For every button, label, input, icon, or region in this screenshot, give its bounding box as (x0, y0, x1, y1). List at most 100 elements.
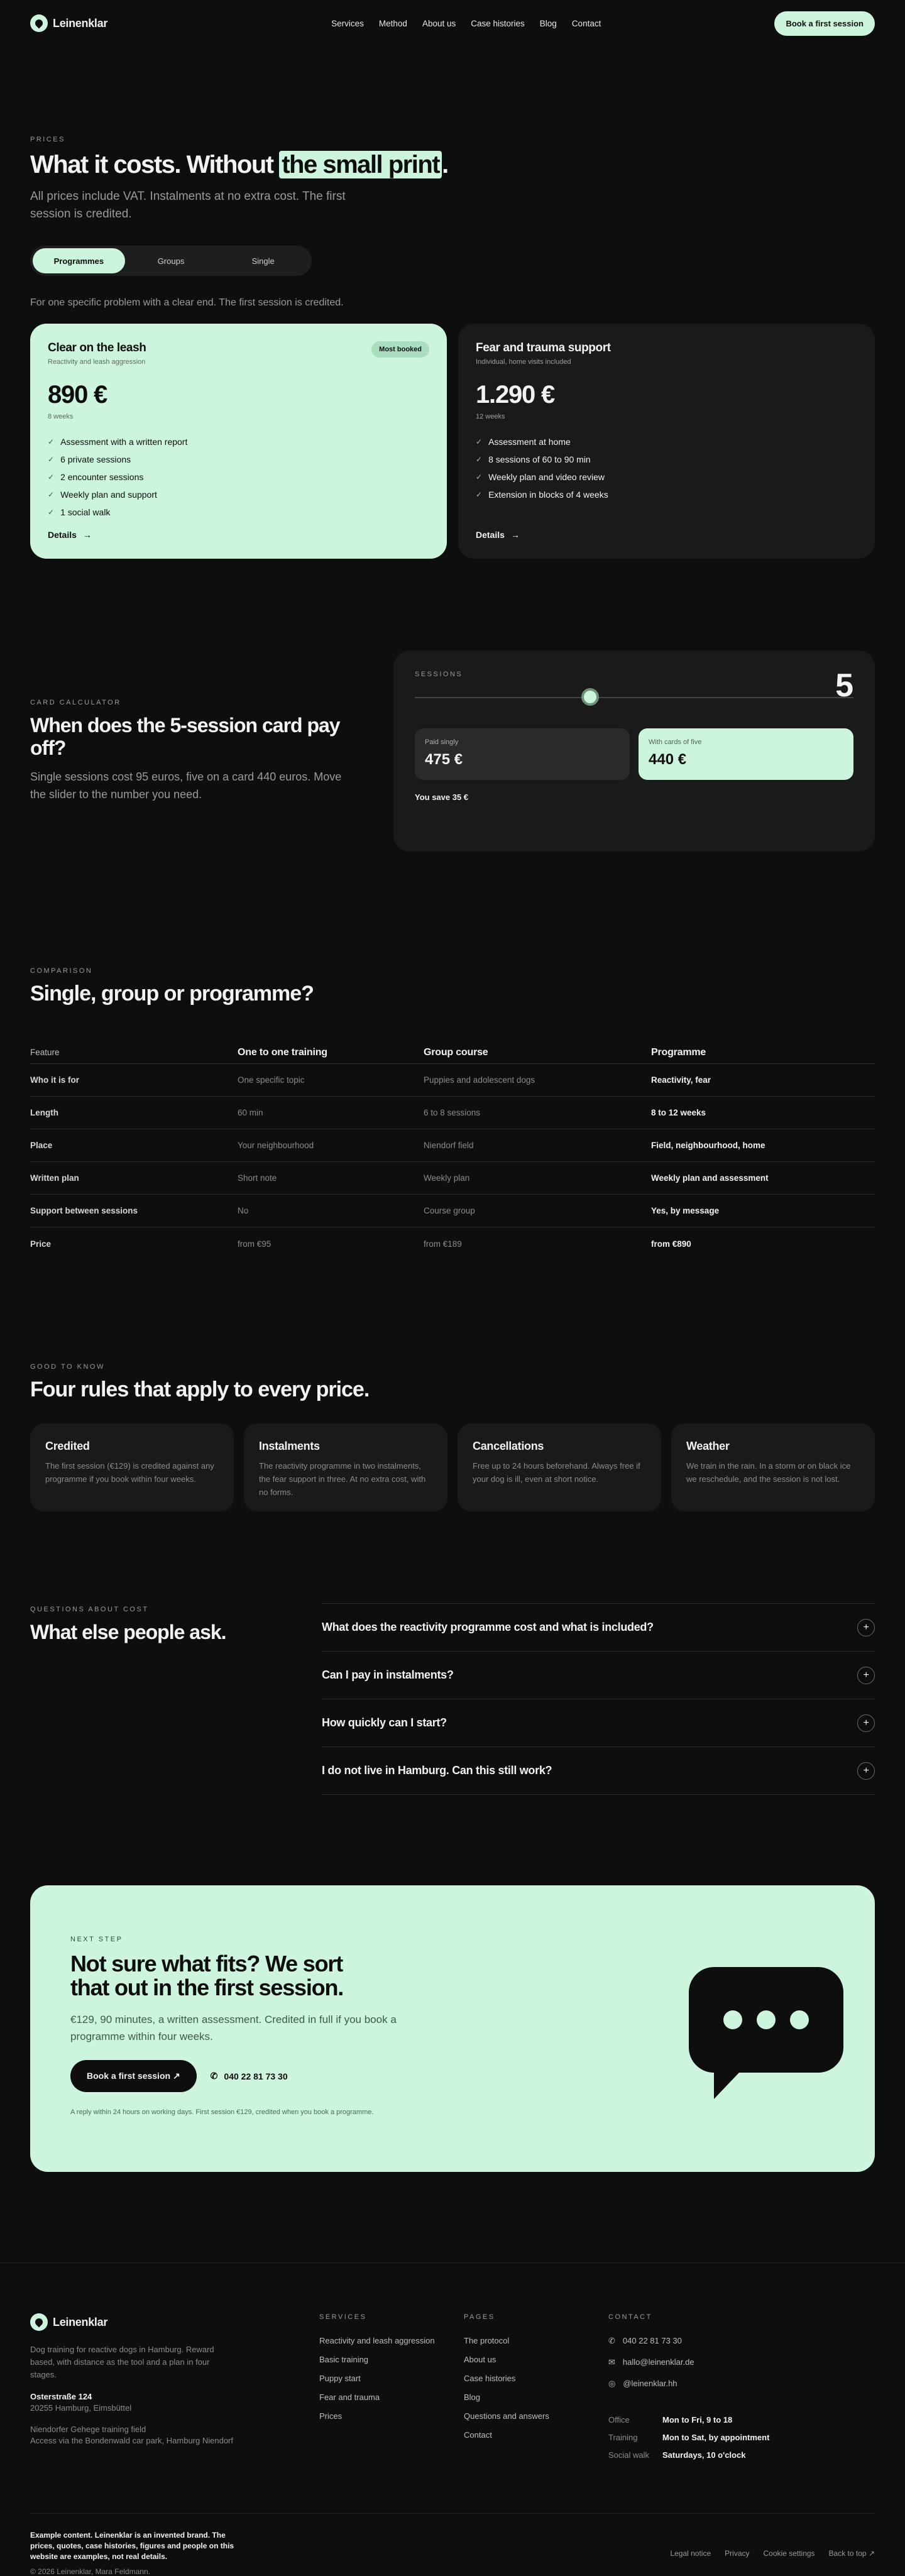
faq-section: QUESTIONS ABOUT COST What else people as… (30, 1603, 875, 1795)
plus-icon[interactable]: + (857, 1618, 875, 1636)
training-field: Niendorfer Gehege training field Access … (30, 2424, 319, 2447)
footer-link[interactable]: Contact (464, 2430, 608, 2449)
card-calculator-section: CARD CALCULATOR When does the 5-session … (30, 650, 875, 852)
arrow-right-icon: → (510, 530, 520, 540)
footer: Leinenklar Dog training for reactive dog… (30, 2263, 875, 2468)
rules-section: GOOD TO KNOW Four rules that apply to ev… (30, 1363, 875, 1511)
table-cell: 6 to 8 sessions (424, 1108, 481, 1117)
legal-notice-link[interactable]: Legal notice (670, 2549, 711, 2576)
button-label: Book a first session (87, 2071, 171, 2081)
contact-heading: CONTACT (608, 2313, 652, 2321)
cta-section: NEXT STEP Not sure what fits? We sort th… (30, 1885, 875, 2172)
footer-link[interactable]: Case histories (464, 2374, 608, 2392)
rule-cards: Credited The first session (€129) is cred… (30, 1423, 875, 1511)
nav-method[interactable]: Method (379, 19, 407, 28)
calculator-intro: CARD CALCULATOR When does the 5-session … (30, 699, 370, 803)
arrow-right-icon: → (82, 530, 92, 540)
footer-link[interactable]: Reactivity and leash aggression (319, 2336, 464, 2355)
hours-row: Office Mon to Fri, 9 to 18 (608, 2415, 875, 2433)
footer-link[interactable]: Basic training (319, 2355, 464, 2374)
faq-item[interactable]: How quickly can I start? + (322, 1699, 875, 1747)
sessions-slider[interactable] (415, 688, 853, 706)
prices-eyebrow: PRICES (30, 136, 65, 143)
rule-text: We train in the rain. In a storm or on b… (686, 1461, 851, 1484)
nav-contact[interactable]: Contact (572, 19, 601, 28)
tab-single[interactable]: Single (217, 248, 309, 273)
footer-link[interactable]: Puppy start (319, 2374, 464, 2392)
contact-instagram[interactable]: ◎ @leinenklar.hh (608, 2379, 875, 2400)
privacy-link[interactable]: Privacy (725, 2549, 749, 2576)
footer-services: SERVICES Reactivity and leash aggression… (319, 2313, 464, 2468)
rule-text: Free up to 24 hours beforehand. Always f… (473, 1461, 640, 1484)
check-icon: ✓ (48, 508, 55, 517)
nav-services[interactable]: Services (331, 19, 364, 28)
book-session-button[interactable]: Book a first session (774, 11, 875, 36)
footer-link[interactable]: Questions and answers (464, 2411, 608, 2430)
check-icon: ✓ (48, 473, 55, 481)
back-to-top-link[interactable]: Back to top ↗ (829, 2549, 875, 2576)
table-cell: Course group (424, 1206, 475, 1215)
footer-contact: CONTACT ✆ 040 22 81 73 30 ✉ hallo@leinenkl… (608, 2313, 875, 2468)
card-duration: 12 weeks (476, 413, 505, 420)
header-cell: Group course (424, 1046, 488, 1058)
logo[interactable]: Leinenklar (30, 14, 107, 32)
footer-link[interactable]: The protocol (464, 2336, 608, 2355)
check-icon: ✓ (48, 455, 55, 464)
comparison-table: Feature One to one training Group course… (30, 1041, 875, 1260)
faq-item[interactable]: I do not live in Hamburg. Can this still… (322, 1747, 875, 1795)
slider-handle[interactable] (581, 688, 600, 706)
price-cards: Clear on the leash Reactivity and leash … (30, 324, 875, 559)
footer-logo[interactable]: Leinenklar (30, 2313, 319, 2331)
paid-singly-option: Paid singly 475 € (415, 728, 630, 780)
footer-link[interactable]: Prices (319, 2411, 464, 2430)
nav-case-histories[interactable]: Case histories (471, 19, 525, 28)
book-session-button[interactable]: Book a first session ↗ (70, 2060, 197, 2092)
street: Osterstraße 124 (30, 2392, 92, 2401)
feature-text: Assessment with a written report (60, 437, 188, 447)
back-to-top-label: Back to top (828, 2549, 867, 2558)
feature-text: 8 sessions of 60 to 90 min (488, 454, 591, 464)
brand-name: Leinenklar (53, 2315, 108, 2328)
details-link[interactable]: Details → (48, 530, 92, 540)
list-item: ✓ Extension in blocks of 4 weeks (476, 486, 857, 503)
option-value: 440 € (649, 751, 687, 768)
nav-blog[interactable]: Blog (540, 19, 557, 28)
table-cell: from €189 (424, 1239, 462, 1249)
contact-email[interactable]: ✉ hallo@leinenklar.de (608, 2357, 875, 2379)
footer-link[interactable]: Fear and trauma (319, 2392, 464, 2411)
details-label: Details (476, 530, 505, 540)
table-cell: One specific topic (238, 1075, 305, 1085)
plus-icon[interactable]: + (857, 1666, 875, 1684)
contact-phone[interactable]: ✆ 040 22 81 73 30 (608, 2336, 875, 2357)
opening-hours: Office Mon to Fri, 9 to 18 Training Mon to… (608, 2415, 875, 2468)
feature-text: Extension in blocks of 4 weeks (488, 490, 608, 500)
table-cell: Weekly plan and assessment (651, 1173, 769, 1183)
about-text: Dog training for reactive dogs in Hambur… (30, 2345, 214, 2379)
plus-icon[interactable]: + (857, 1762, 875, 1780)
card-title: Fear and trauma support (476, 341, 611, 354)
faq-item[interactable]: Can I pay in instalments? + (322, 1652, 875, 1699)
list-item: ✓ Weekly plan and support (48, 486, 429, 503)
footer-link[interactable]: About us (464, 2355, 608, 2374)
option-label: With cards of five (649, 738, 702, 746)
footer-link[interactable]: Blog (464, 2392, 608, 2411)
table-cell: 60 min (238, 1108, 263, 1117)
faq-item[interactable]: What does the reactivity programme cost … (322, 1604, 875, 1652)
feature-text: 2 encounter sessions (60, 472, 144, 482)
rule-text: The reactivity programme in two instalme… (259, 1461, 426, 1497)
phone-link[interactable]: ✆ 040 22 81 73 30 (211, 2071, 288, 2081)
calculator-eyebrow: CARD CALCULATOR (30, 699, 121, 706)
tab-groups[interactable]: Groups (125, 248, 217, 273)
nav-about[interactable]: About us (422, 19, 456, 28)
faq-eyebrow: QUESTIONS ABOUT COST (30, 1606, 149, 1613)
plus-icon[interactable]: + (857, 1714, 875, 1732)
pages-heading: PAGES (464, 2313, 495, 2321)
details-link[interactable]: Details → (476, 530, 520, 540)
table-cell: Reactivity, fear (651, 1075, 711, 1085)
footer-about: Leinenklar Dog training for reactive dog… (30, 2313, 319, 2468)
cookie-settings-link[interactable]: Cookie settings (764, 2549, 815, 2576)
faq-list: What does the reactivity programme cost … (322, 1603, 875, 1795)
most-booked-badge: Most booked (371, 341, 429, 358)
option-label: Paid singly (425, 738, 459, 746)
tab-programmes[interactable]: Programmes (33, 248, 125, 273)
